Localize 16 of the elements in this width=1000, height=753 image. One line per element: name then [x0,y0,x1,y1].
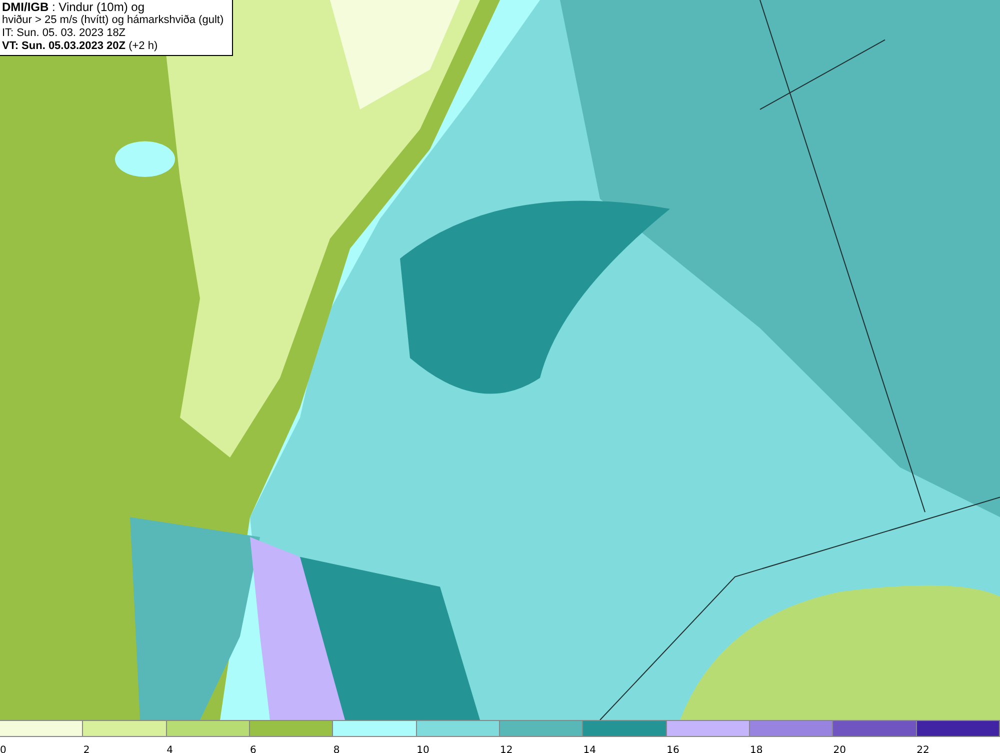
legend-label: 12 [500,745,513,753]
title-line: VT: Sun. 05.03.2023 20Z (+2 h) [2,40,159,53]
title-line: hviður > 25 m/s (hvítt) og hámarkshviða (gult) [2,14,225,27]
legend-label: 14 [583,745,596,753]
legend-label: 18 [750,745,763,753]
legend-label: 20 [833,745,846,753]
legend-label: 2 [83,745,90,753]
legend-label: 8 [333,745,340,753]
legend-label: 0 [0,745,6,753]
title-line: IT: Sun. 05. 03. 2023 18Z [2,27,127,40]
legend-label: 4 [166,745,174,753]
legend-label: 6 [250,745,256,753]
legend-label: 22 [916,745,930,753]
legend-label: 10 [416,745,430,753]
title-line: DMI/IGB : Vindur (10m) og [2,1,146,14]
legend-label: 16 [666,745,680,753]
